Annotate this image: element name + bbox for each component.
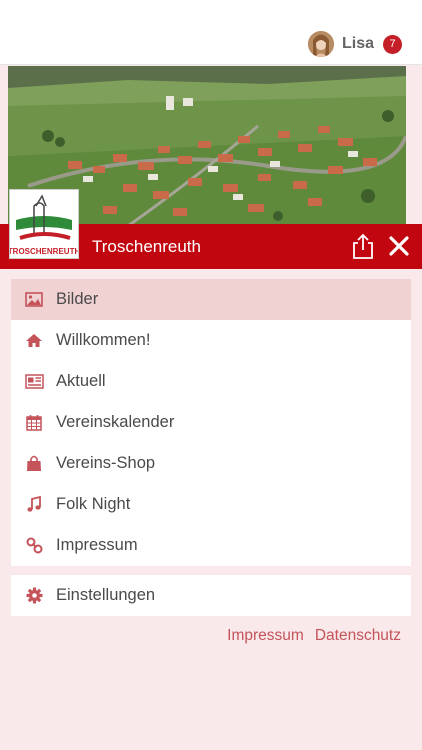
menu-item-vereinskalender[interactable]: Vereinskalender [11, 402, 411, 443]
menu-item-label: Einstellungen [56, 586, 156, 604]
menu-item-label: Bilder [56, 290, 99, 308]
share-icon[interactable] [352, 233, 374, 259]
menu-item-willkommen[interactable]: Willkommen! [11, 320, 411, 361]
club-logo: TROSCHENREUTH [8, 189, 80, 259]
close-button[interactable] [388, 235, 410, 257]
settings-menu: Einstellungen [11, 575, 411, 616]
main-menu: Bilder Willkommen! Aktuell Vereinskalend… [11, 279, 411, 566]
gear-icon [24, 586, 44, 606]
notification-badge[interactable]: 7 [383, 34, 402, 54]
menu-item-aktuell[interactable]: Aktuell [11, 361, 411, 402]
home-icon [24, 331, 44, 351]
impressum-link[interactable]: Impressum [227, 627, 304, 645]
menu-item-einstellungen[interactable]: Einstellungen [11, 575, 411, 616]
avatar[interactable] [307, 31, 334, 57]
datenschutz-link[interactable]: Datenschutz [315, 627, 401, 645]
footer-links: Impressum Datenschutz [227, 627, 401, 645]
menu-item-label: Willkommen! [56, 331, 151, 349]
menu-item-label: Vereinskalender [56, 413, 175, 431]
menu-item-label: Aktuell [56, 372, 106, 390]
page-title: Troschenreuth [92, 237, 201, 256]
username[interactable]: Lisa [342, 35, 374, 53]
top-bar: Lisa 7 [0, 0, 422, 65]
image-icon [24, 290, 44, 310]
menu-item-bilder[interactable]: Bilder [11, 279, 411, 320]
menu-item-folk-night[interactable]: Folk Night [11, 484, 411, 525]
calendar-icon [24, 413, 44, 433]
svg-text:TROSCHENREUTH: TROSCHENREUTH [10, 247, 78, 256]
newspaper-icon [24, 372, 44, 392]
shopping-bag-icon [24, 454, 44, 474]
user-menu[interactable]: Lisa 7 [307, 30, 402, 58]
music-note-icon [24, 495, 44, 515]
menu-item-label: Impressum [56, 536, 138, 554]
share-button[interactable] [352, 233, 374, 259]
close-icon[interactable] [388, 235, 410, 257]
menu-item-impressum[interactable]: Impressum [11, 525, 411, 566]
link-icon [24, 536, 44, 556]
menu-item-label: Vereins-Shop [56, 454, 156, 472]
menu-item-label: Folk Night [56, 495, 131, 513]
menu-item-vereins-shop[interactable]: Vereins-Shop [11, 443, 411, 484]
